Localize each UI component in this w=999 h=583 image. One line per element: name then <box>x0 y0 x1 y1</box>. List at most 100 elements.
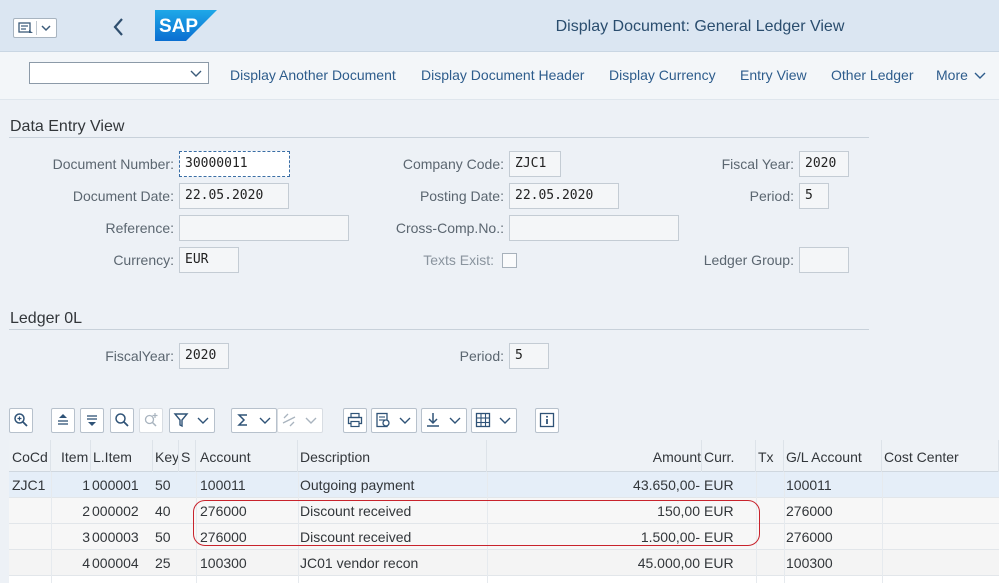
info-button[interactable] <box>535 408 559 433</box>
sum-icon <box>237 414 247 426</box>
cell-key: 50 <box>155 477 171 493</box>
menu-button[interactable] <box>13 18 57 38</box>
cell-gl-account: 276000 <box>786 503 833 519</box>
cell-curr: EUR <box>704 555 734 571</box>
column-divider <box>196 472 197 583</box>
cell-key: 25 <box>155 555 171 571</box>
cell-s <box>181 524 196 550</box>
table-row[interactable]: 2 000002 40 276000 Discount received 150… <box>9 498 999 524</box>
find-next-button[interactable] <box>139 408 163 433</box>
cell-amount: 45.000,00 <box>637 555 700 571</box>
toolbar-select[interactable] <box>29 62 209 84</box>
column-divider <box>882 472 883 583</box>
section-divider <box>9 137 869 138</box>
cell-amount: 150,00 <box>657 503 700 519</box>
grid-toolbar <box>9 408 999 438</box>
column-header-litem[interactable]: L.Item <box>91 440 153 472</box>
display-currency-button[interactable]: Display Currency <box>609 67 716 83</box>
cell-account: 276000 <box>200 529 247 545</box>
column-header-key[interactable]: Key <box>153 440 179 472</box>
cell-tx <box>758 550 784 576</box>
back-icon[interactable] <box>108 14 130 40</box>
table-row[interactable]: ZJC1 1 000001 50 100011 Outgoing payment… <box>9 472 999 498</box>
cell-tx <box>758 498 784 524</box>
subtotal-button[interactable] <box>277 408 323 433</box>
layout-button[interactable] <box>471 408 517 433</box>
chevron-down-icon <box>305 417 317 424</box>
more-button[interactable]: More <box>936 67 968 83</box>
sap-logo-text: SAP <box>159 16 198 37</box>
column-header-gl-account[interactable]: G/L Account <box>784 440 882 472</box>
document-date-field[interactable]: 22.05.2020 <box>179 183 289 209</box>
cell-amount: 43.650,00- <box>633 477 700 493</box>
line-items-table: CoCd Item L.Item Key S Account Descripti… <box>9 440 999 583</box>
period-field[interactable]: 5 <box>799 183 829 209</box>
cell-item: 1 <box>82 477 90 493</box>
column-header-amount[interactable]: Amount <box>487 440 702 472</box>
period-label: Period: <box>749 188 794 204</box>
display-document-header-button[interactable]: Display Document Header <box>421 67 584 83</box>
app-toolbar: Display Another Document Display Documen… <box>0 52 999 100</box>
views-button[interactable] <box>371 408 417 433</box>
cell-item: 4 <box>82 555 90 571</box>
filter-button[interactable] <box>169 408 215 433</box>
cell-tx <box>758 524 784 550</box>
cell-gl-account: 276000 <box>786 529 833 545</box>
currency-field[interactable]: EUR <box>179 247 239 273</box>
cell-s <box>181 498 196 524</box>
column-header-item[interactable]: Item <box>51 440 91 472</box>
details-button[interactable] <box>9 408 33 433</box>
column-divider <box>784 472 785 583</box>
document-date-label: Document Date: <box>72 188 174 204</box>
total-button[interactable] <box>231 408 277 433</box>
ledger-group-field[interactable] <box>799 247 849 273</box>
ledger-fiscal-year-field[interactable]: 2020 <box>179 343 229 369</box>
cell-cocd <box>12 550 51 576</box>
document-number-field[interactable]: 30000011 <box>179 151 290 177</box>
entry-view-button[interactable]: Entry View <box>740 67 807 83</box>
company-code-field[interactable]: ZJC1 <box>509 151 561 177</box>
sort-descending-icon <box>87 415 97 426</box>
cell-cocd <box>12 498 51 524</box>
column-header-curr[interactable]: Curr. <box>702 440 756 472</box>
cell-litem: 000003 <box>92 529 139 545</box>
reference-field[interactable] <box>179 215 349 241</box>
display-another-document-button[interactable]: Display Another Document <box>230 67 396 83</box>
company-code-label: Company Code: <box>402 156 504 172</box>
cell-description: Discount received <box>300 503 412 519</box>
column-divider <box>487 472 488 583</box>
posting-date-label: Posting Date: <box>419 188 504 204</box>
column-header-cost-center[interactable]: Cost Center <box>882 440 999 472</box>
find-button[interactable] <box>110 408 134 433</box>
fiscal-year-field[interactable]: 2020 <box>799 151 849 177</box>
sort-ascending-button[interactable] <box>51 408 75 433</box>
column-header-account[interactable]: Account <box>196 440 298 472</box>
column-header-cocd[interactable]: CoCd <box>9 440 51 472</box>
column-header-tx[interactable]: Tx <box>756 440 784 472</box>
column-header-s[interactable]: S <box>179 440 196 472</box>
cell-account: 100011 <box>200 477 246 493</box>
cross-comp-field[interactable] <box>509 215 679 241</box>
chevron-down-icon[interactable] <box>974 69 986 81</box>
table-header: CoCd Item L.Item Key S Account Descripti… <box>9 440 999 472</box>
ledger-title: Ledger 0L <box>10 310 83 327</box>
other-ledger-button[interactable]: Other Ledger <box>831 67 914 83</box>
texts-exist-checkbox[interactable] <box>502 253 517 268</box>
ledger-period-label: Period: <box>459 348 504 364</box>
cell-curr: EUR <box>704 477 734 493</box>
sort-descending-button[interactable] <box>80 408 104 433</box>
cell-curr: EUR <box>704 529 734 545</box>
posting-date-field[interactable]: 22.05.2020 <box>509 183 619 209</box>
table-row[interactable]: 3 000003 50 276000 Discount received 1.5… <box>9 524 999 550</box>
column-header-description[interactable]: Description <box>298 440 487 472</box>
chevron-down-icon <box>499 417 511 424</box>
cell-litem: 000002 <box>92 503 139 519</box>
cell-gl-account: 100011 <box>786 477 832 493</box>
export-button[interactable] <box>421 408 467 433</box>
table-row[interactable]: 4 000004 25 100300 JC01 vendor recon 45.… <box>9 550 999 576</box>
cell-description: Discount received <box>300 529 412 545</box>
ledger-period-field[interactable]: 5 <box>509 343 549 369</box>
print-button[interactable] <box>343 408 367 433</box>
chevron-down-icon <box>399 417 411 424</box>
sap-logo: SAP <box>155 10 217 41</box>
